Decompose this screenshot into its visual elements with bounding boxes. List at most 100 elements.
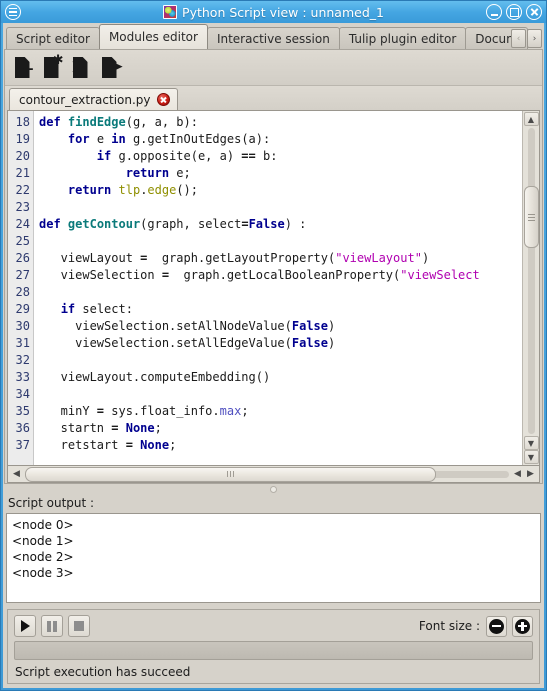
run-script-button[interactable] <box>14 615 36 637</box>
document-star-icon: ✱ <box>43 54 64 78</box>
tab-tulip-plugin-editor[interactable]: Tulip plugin editor <box>338 27 467 49</box>
scroll-down-page-icon[interactable]: ▼ <box>523 450 539 464</box>
file-tab-label: contour_extraction.py <box>19 92 151 107</box>
code-line[interactable] <box>39 386 522 403</box>
tab-interactive-session[interactable]: Interactive session <box>206 27 340 49</box>
play-icon <box>20 620 30 632</box>
code-line[interactable]: return tlp.edge(); <box>39 182 522 199</box>
line-number: 34 <box>15 387 30 401</box>
maximize-icon[interactable] <box>506 4 522 20</box>
scroll-right-icon[interactable]: ▶ <box>524 468 537 481</box>
scroll-left-icon[interactable]: ◀ <box>10 468 23 481</box>
script-output-section: Script output : <node 0> <node 1> <node 2>… <box>3 495 544 603</box>
tab-scroll-right-icon[interactable]: › <box>527 29 542 48</box>
document-arrow-in-icon: ➤ <box>71 57 92 78</box>
import-module-button[interactable]: ➤ <box>69 55 95 81</box>
script-output-label: Script output : <box>8 496 95 510</box>
line-number: 27 <box>15 268 30 282</box>
scroll-right-prev-icon[interactable]: ◀ <box>511 468 524 481</box>
code-editor-viewport[interactable]: 18 19 20 21 22 23 24 25 26 27 28 29 30 31 32 33 34 35 36 37… <box>8 111 522 465</box>
code-line[interactable] <box>39 352 522 369</box>
minimize-icon[interactable] <box>486 4 502 20</box>
code-editor[interactable]: 18 19 20 21 22 23 24 25 26 27 28 29 30 31 32 33 34 35 36 37… <box>7 110 540 466</box>
close-icon[interactable] <box>526 4 542 20</box>
code-line[interactable] <box>39 284 522 301</box>
window-body: Script editor Modules editor Interactive… <box>3 23 544 688</box>
status-message: Script execution has succeed <box>15 665 191 679</box>
code-line[interactable]: return e; <box>39 165 522 182</box>
tab-scroll-left-icon[interactable]: ‹ <box>511 29 526 48</box>
export-module-button[interactable]: ➤ <box>98 55 124 81</box>
execution-progress-bar <box>14 641 533 660</box>
new-module-button[interactable]: + <box>11 55 37 81</box>
hscroll-thumb[interactable] <box>25 466 437 482</box>
code-vertical-scrollbar[interactable]: ▲ ▼ ▼ <box>522 111 539 465</box>
code-line[interactable]: viewSelection = graph.getLocalBooleanPro… <box>39 267 522 284</box>
line-number: 18 <box>15 115 30 129</box>
code-line[interactable]: viewLayout.computeEmbedding() <box>39 369 522 386</box>
line-number: 33 <box>15 370 30 384</box>
main-tabbar: Script editor Modules editor Interactive… <box>3 23 544 49</box>
code-line[interactable]: if select: <box>39 301 522 318</box>
scroll-up-icon[interactable]: ▲ <box>523 112 539 126</box>
code-line[interactable]: viewSelection.setAllNodeValue(False) <box>39 318 522 335</box>
file-tab-contour-extraction[interactable]: contour_extraction.py <box>9 88 178 110</box>
minus-circle-icon <box>489 618 504 634</box>
line-number: 20 <box>15 149 30 163</box>
code-line[interactable] <box>39 233 522 250</box>
new-from-template-button[interactable]: ✱ <box>40 54 66 81</box>
window-title: Python Script view : unnamed_1 <box>182 4 384 20</box>
output-line: <node 0> <box>12 518 74 532</box>
tulip-app-icon <box>163 5 178 19</box>
line-number: 35 <box>15 404 30 418</box>
document-arrow-out-icon: ➤ <box>101 57 124 78</box>
tab-script-editor[interactable]: Script editor <box>6 27 100 49</box>
output-line: <node 2> <box>12 550 74 564</box>
line-number: 19 <box>15 132 30 146</box>
window-buttons <box>486 4 542 20</box>
hamburger-icon[interactable] <box>5 4 21 20</box>
line-number: 22 <box>15 183 30 197</box>
line-number: 36 <box>15 421 30 435</box>
pause-script-button[interactable] <box>41 615 63 637</box>
line-number: 37 <box>15 438 30 452</box>
window-title-group: Python Script view : unnamed_1 <box>1 1 546 23</box>
pause-icon <box>47 620 57 632</box>
stop-script-button[interactable] <box>68 615 90 637</box>
code-horizontal-scrollbar[interactable]: ◀ ◀ ▶ <box>7 466 540 483</box>
tab-modules-editor[interactable]: Modules editor <box>98 24 208 49</box>
code-line[interactable]: def getContour(graph, select=False) : <box>39 216 522 233</box>
output-line: <node 1> <box>12 534 74 548</box>
code-line[interactable]: if g.opposite(e, a) == b: <box>39 148 522 165</box>
code-line[interactable]: for e in g.getInOutEdges(a): <box>39 131 522 148</box>
close-file-icon[interactable] <box>156 93 170 106</box>
code-line[interactable]: retstart = None; <box>39 437 522 454</box>
code-text[interactable]: def findEdge(g, a, b): for e in g.getInO… <box>34 111 522 465</box>
panel-splitter[interactable] <box>3 484 544 495</box>
increase-font-size-button[interactable] <box>512 615 533 637</box>
hscroll-track[interactable] <box>25 466 509 482</box>
decrease-font-size-button[interactable] <box>486 615 507 637</box>
vscroll-thumb[interactable] <box>523 186 539 248</box>
code-line[interactable]: startn = None; <box>39 420 522 437</box>
window-titlebar: Python Script view : unnamed_1 <box>1 1 546 23</box>
vscroll-track[interactable] <box>523 128 539 434</box>
code-line[interactable]: viewLayout = graph.getLayoutProperty("vi… <box>39 250 522 267</box>
code-line[interactable]: def findEdge(g, a, b): <box>39 114 522 131</box>
splitter-grip[interactable] <box>270 486 277 493</box>
code-line[interactable]: minY = sys.float_info.max; <box>39 403 522 420</box>
line-number: 28 <box>15 285 30 299</box>
line-number: 29 <box>15 302 30 316</box>
font-size-group: Font size : <box>418 615 533 637</box>
file-tabbar: contour_extraction.py <box>5 86 542 110</box>
line-number-gutter: 18 19 20 21 22 23 24 25 26 27 28 29 30 31 32 33 34 35 36 37 <box>8 111 34 465</box>
module-toolbar: + ✱ ➤ ➤ <box>5 50 542 86</box>
code-line[interactable]: viewSelection.setAllEdgeValue(False) <box>39 335 522 352</box>
scroll-down-icon[interactable]: ▼ <box>523 436 539 450</box>
script-output-text[interactable]: <node 0> <node 1> <node 2> <node 3> <box>6 513 541 603</box>
code-line[interactable] <box>39 199 522 216</box>
font-size-label: Font size : <box>418 619 480 633</box>
tab-scroll-buttons: ‹ › <box>511 29 542 48</box>
line-number: 25 <box>15 234 30 248</box>
output-line: <node 3> <box>12 566 74 580</box>
